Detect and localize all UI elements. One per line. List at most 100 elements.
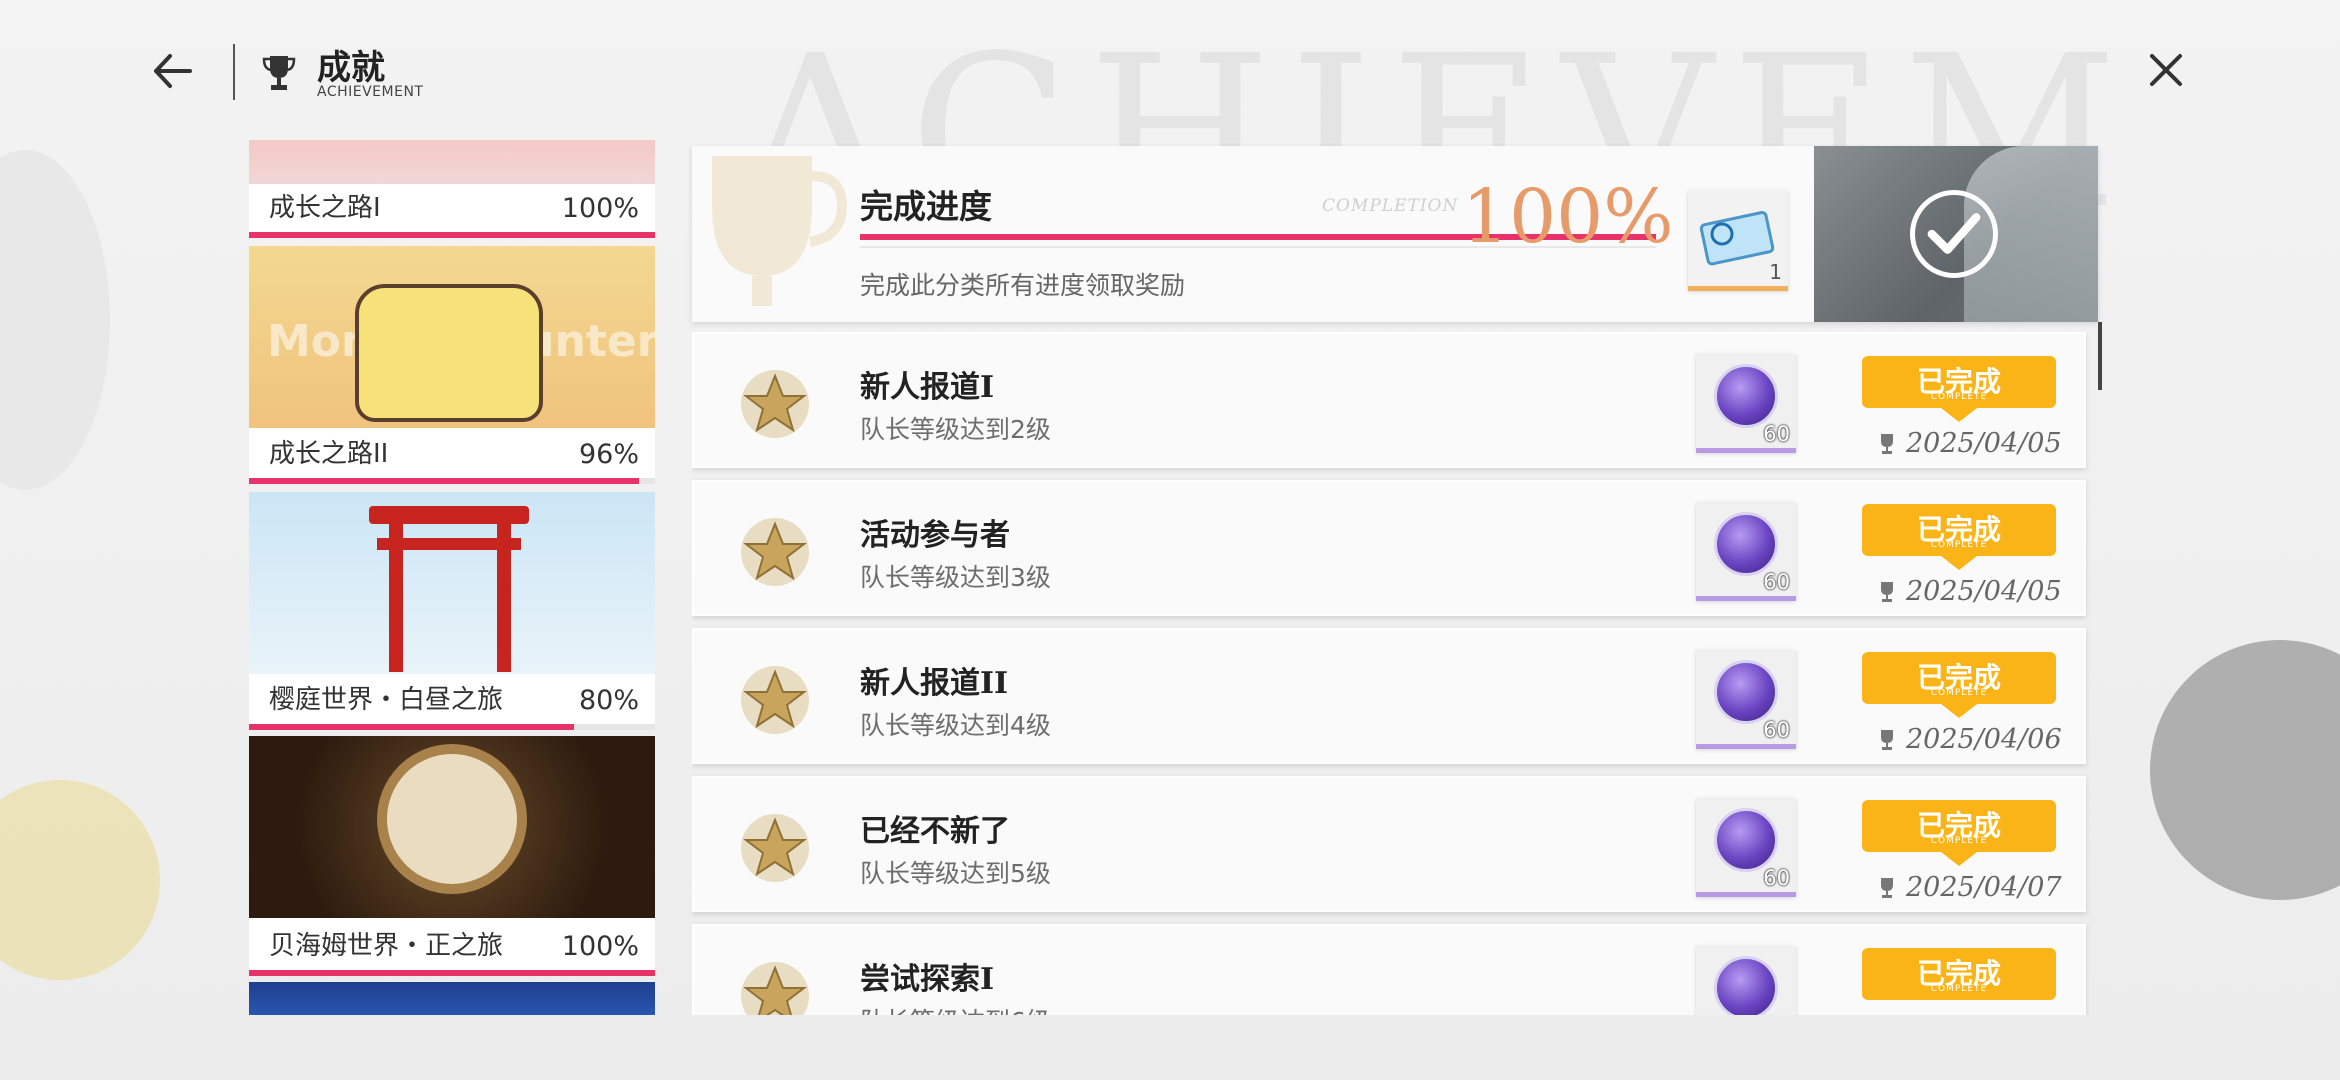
reward-count: 60 (1763, 866, 1790, 890)
badge-sublabel: COMPLETE (1930, 540, 1988, 550)
completed-badge[interactable]: 已完成 COMPLETE (1862, 356, 2056, 408)
achievement-description: 队长等级达到3级 (860, 563, 1051, 592)
reward-count: 60 (1763, 718, 1790, 742)
achievement-reward-item[interactable]: 60 (1696, 650, 1796, 749)
completed-badge[interactable]: 已完成 COMPLETE (1862, 948, 2056, 1000)
category-art (249, 492, 655, 674)
trophy-icon (1881, 878, 1893, 898)
category-label: 贝海姆世界・正之旅 (269, 931, 504, 961)
star-medal-icon (741, 962, 809, 1015)
achievement-name: 尝试探索I (860, 962, 995, 997)
trophy-icon (1881, 730, 1893, 750)
achievement-description: 队长等级达到2级 (860, 415, 1051, 444)
badge-pointer (1941, 704, 1977, 718)
completion-reward-item[interactable]: 1 (1688, 190, 1788, 291)
completion-title: 完成进度 (860, 187, 992, 226)
badge-sublabel: COMPLETE (1930, 392, 1988, 402)
achievement-row: 尝试探索I 队长等级达到6级 100 已完成 COMPLETE (692, 924, 2086, 1015)
category-progress-bar (249, 232, 655, 238)
background-decoration (0, 150, 110, 490)
scrollbar-thumb[interactable] (2098, 322, 2102, 390)
category-label: 成长之路II (269, 439, 389, 469)
category-card[interactable] (249, 982, 655, 1015)
achievement-reward-item[interactable]: 100 (1696, 946, 1796, 1015)
category-art: Monster Hunter (249, 246, 655, 428)
background-decoration (0, 780, 160, 980)
category-card[interactable]: Monster Hunter 成长之路II 96% (249, 246, 655, 484)
badge-pointer (1941, 408, 1977, 422)
completed-badge[interactable]: 已完成 COMPLETE (1862, 800, 2056, 852)
completion-date: 2025/04/05 (1906, 576, 2062, 607)
trophy-icon (1881, 434, 1893, 454)
trophy-watermark-icon (712, 156, 848, 306)
completed-check-icon (1910, 190, 1998, 278)
badge-pointer (1941, 852, 1977, 866)
achievement-description: 队长等级达到4级 (860, 711, 1051, 740)
achievement-description: 队长等级达到5级 (860, 859, 1051, 888)
star-orb-icon (1714, 364, 1778, 428)
category-percent: 80% (578, 685, 639, 716)
background-decoration (2150, 640, 2340, 900)
category-card[interactable]: 樱庭世界・白昼之旅 80% (249, 492, 655, 730)
achievement-name: 已经不新了 (860, 814, 1010, 849)
clock-art (377, 744, 527, 894)
top-bar: 成就 ACHIEVEMENT (0, 0, 2340, 140)
badge-pointer (1941, 556, 1977, 570)
category-label: 成长之路I (269, 193, 381, 223)
reward-count: 100 (1750, 1014, 1790, 1015)
torii-gate-art (389, 522, 403, 672)
achievement-name: 活动参与者 (860, 518, 1010, 553)
completed-badge[interactable]: 已完成 COMPLETE (1862, 652, 2056, 704)
header-divider (233, 44, 235, 100)
achievement-reward-item[interactable]: 60 (1696, 502, 1796, 601)
completed-badge[interactable]: 已完成 COMPLETE (1862, 504, 2056, 556)
achievement-reward-item[interactable]: 60 (1696, 354, 1796, 453)
category-progress-bar (249, 970, 655, 976)
torii-gate-art (497, 522, 511, 672)
category-percent: 100% (561, 931, 639, 962)
category-art (249, 736, 655, 918)
completion-date: 2025/04/06 (1906, 724, 2062, 755)
category-label: 樱庭世界・白昼之旅 (269, 685, 504, 715)
star-medal-icon (741, 814, 809, 882)
category-card[interactable]: 成长之路I 100% (249, 140, 655, 238)
achievement-description: 队长等级达到6级 (860, 1002, 1051, 1015)
completion-date: 2025/04/05 (1906, 428, 2062, 459)
category-progress-bar (249, 724, 574, 730)
achievement-reward-item[interactable]: 60 (1696, 798, 1796, 897)
star-medal-icon (741, 518, 809, 586)
page-subtitle: ACHIEVEMENT (317, 84, 424, 100)
completion-label: COMPLETION (1322, 196, 1459, 216)
reward-count: 60 (1763, 422, 1790, 446)
character-portrait (1814, 146, 2098, 322)
close-icon[interactable] (2146, 50, 2186, 90)
category-percent: 96% (578, 439, 639, 470)
achievement-name: 新人报道I (860, 370, 995, 405)
achievement-row: 新人报道II 队长等级达到4级 60 已完成 COMPLETE 2025/04/… (692, 628, 2086, 764)
category-card[interactable]: 贝海姆世界・正之旅 100% (249, 736, 655, 976)
achievement-name: 新人报道II (860, 666, 1009, 701)
category-progress-bar (249, 478, 639, 484)
achievement-row: 已经不新了 队长等级达到5级 60 已完成 COMPLETE 2025/04/0… (692, 776, 2086, 912)
star-orb-icon (1714, 956, 1778, 1015)
completion-description: 完成此分类所有进度领取奖励 (860, 271, 1186, 300)
completion-date: 2025/04/07 (1906, 872, 2062, 903)
achievement-list[interactable]: 新人报道I 队长等级达到2级 60 已完成 COMPLETE 2025/04/0… (692, 332, 2098, 1015)
trophy-icon (262, 56, 296, 90)
back-arrow-icon[interactable] (148, 46, 198, 96)
reward-count: 1 (1769, 260, 1782, 284)
badge-sublabel: COMPLETE (1930, 688, 1988, 698)
page-title: 成就 (317, 48, 385, 88)
category-art-figure (355, 284, 543, 422)
star-medal-icon (741, 666, 809, 734)
star-orb-icon (1714, 808, 1778, 872)
badge-sublabel: COMPLETE (1930, 836, 1988, 846)
trophy-icon (1881, 582, 1893, 602)
reward-count: 60 (1763, 570, 1790, 594)
badge-sublabel: COMPLETE (1930, 984, 1988, 994)
category-percent: 100% (561, 193, 639, 224)
completion-summary: 完成进度 完成此分类所有进度领取奖励 COMPLETION 100% 1 (692, 146, 2098, 322)
category-list[interactable]: 成长之路I 100% Monster Hunter 成长之路II 96% 樱庭世… (249, 140, 655, 1015)
completion-percent: 100% (1462, 174, 1674, 260)
star-orb-icon (1714, 512, 1778, 576)
